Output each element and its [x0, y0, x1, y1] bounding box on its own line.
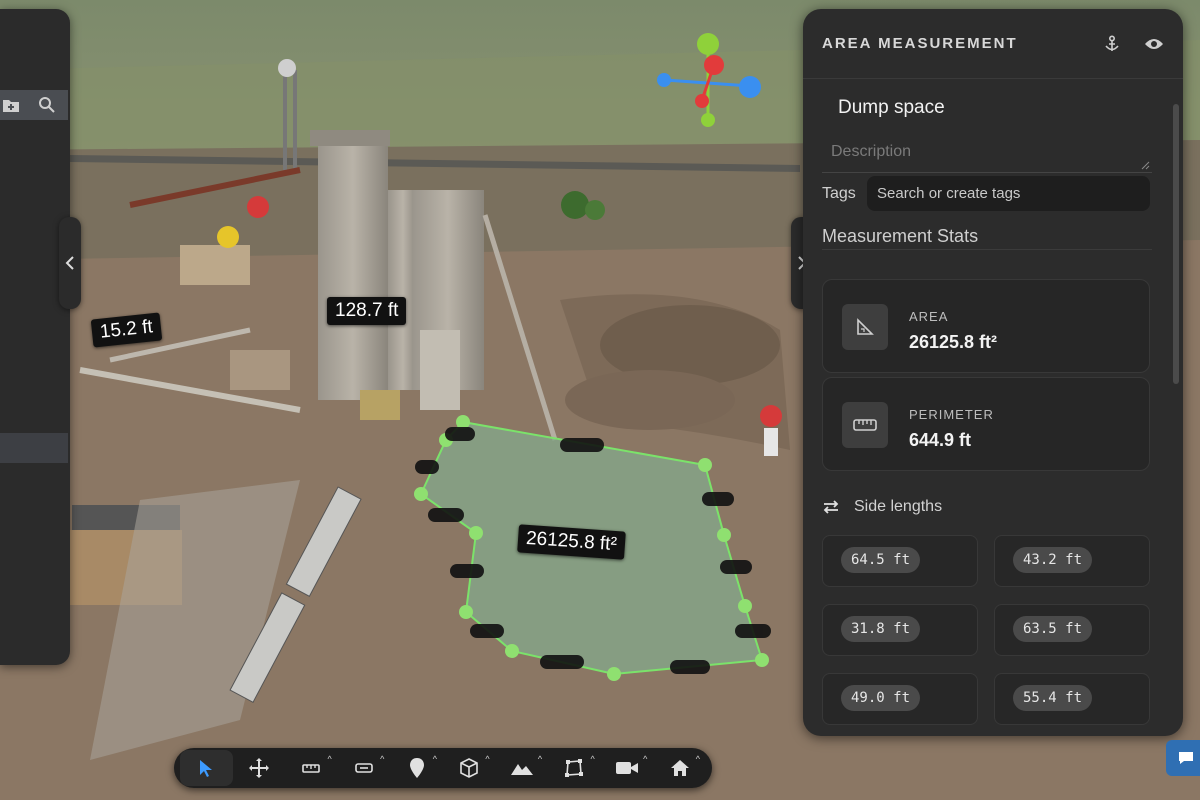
chat-button[interactable] — [1166, 740, 1200, 776]
section-divider — [822, 249, 1152, 250]
height-label-b[interactable]: 128.7 ft — [327, 297, 407, 325]
side-length-card: 49.0 ft — [822, 673, 978, 725]
selected-list-row[interactable] — [0, 433, 68, 463]
side-length-card: 31.8 ft — [822, 604, 978, 656]
home-icon — [670, 760, 689, 776]
perimeter-stat-card: PERIMETER 644.9 ft — [822, 377, 1150, 471]
area-stat-card: AREA 26125.8 ft² — [822, 279, 1150, 373]
bottom-toolbar: ^ ^ ^ ^ ^ ^ ^ ^ — [174, 748, 712, 788]
side-length-card: 63.5 ft — [994, 604, 1150, 656]
cube-icon — [460, 758, 479, 778]
terrain-tool-button[interactable]: ^ — [496, 750, 549, 786]
left-collapse-button[interactable] — [59, 217, 81, 309]
side-length-value: 49.0 ft — [841, 685, 921, 711]
rectangle-icon — [355, 763, 373, 773]
add-folder-icon[interactable] — [2, 97, 20, 113]
tags-search-input[interactable]: Search or create tags — [867, 176, 1150, 211]
left-toolbar — [0, 90, 68, 120]
measurement-name-field[interactable]: Dump space — [838, 97, 945, 119]
panel-header: AREA MEASUREMENT — [803, 9, 1183, 79]
caret-up-icon: ^ — [432, 754, 437, 764]
side-length-value: 63.5 ft — [1013, 616, 1093, 642]
resize-handle-icon[interactable] — [1141, 161, 1150, 170]
ruler-icon — [302, 764, 321, 773]
side-length-card: 55.4 ft — [994, 673, 1150, 725]
move-icon — [248, 758, 269, 778]
chevron-left-icon — [65, 256, 74, 270]
side-length-value: 31.8 ft — [841, 616, 921, 642]
measure-tool-button[interactable]: ^ — [285, 750, 338, 786]
select-icon — [200, 760, 213, 777]
panel-title: AREA MEASUREMENT — [822, 35, 1018, 52]
side-length-card: 43.2 ft — [994, 535, 1150, 587]
home-tool-button[interactable]: ^ — [653, 750, 706, 786]
caret-up-icon: ^ — [643, 754, 648, 764]
swap-arrows-icon — [823, 500, 839, 514]
caret-up-icon: ^ — [537, 754, 543, 764]
perimeter-stat-value: 644.9 ft — [909, 430, 972, 450]
terrain-icon — [510, 764, 533, 775]
side-lengths-title: Side lengths — [854, 498, 943, 515]
move-tool-button[interactable] — [233, 750, 286, 786]
select-tool-button[interactable] — [180, 750, 233, 786]
caret-up-icon: ^ — [695, 754, 700, 764]
measurement-stats-title: Measurement Stats — [822, 226, 979, 246]
left-sidebar — [0, 9, 70, 665]
chat-icon — [1179, 752, 1193, 764]
cube-tool-button[interactable]: ^ — [443, 750, 496, 786]
caret-up-icon: ^ — [380, 754, 385, 764]
tags-label: Tags — [822, 185, 856, 202]
pin-tool-button[interactable]: ^ — [390, 750, 443, 786]
panel-scrollbar[interactable] — [1173, 104, 1179, 384]
area-stat-label: AREA — [909, 309, 949, 324]
area-measurement-panel: AREA MEASUREMENT Dump space Description … — [803, 9, 1183, 736]
search-icon[interactable] — [38, 96, 56, 114]
description-field[interactable]: Description — [822, 137, 1152, 173]
ruler-icon — [842, 402, 888, 448]
caret-up-icon: ^ — [590, 754, 595, 764]
caret-up-icon: ^ — [485, 754, 490, 764]
perimeter-stat-label: PERIMETER — [909, 407, 994, 422]
camera-icon — [616, 762, 639, 774]
polygon-tool-button[interactable]: ^ — [548, 750, 601, 786]
side-lengths-header[interactable]: Side lengths — [822, 498, 942, 516]
rectangle-tool-button[interactable]: ^ — [338, 750, 391, 786]
anchor-icon[interactable] — [1101, 33, 1123, 55]
side-length-card: 64.5 ft — [822, 535, 978, 587]
side-length-value: 55.4 ft — [1013, 685, 1093, 711]
caret-up-icon: ^ — [327, 754, 332, 764]
side-length-value: 43.2 ft — [1013, 547, 1093, 573]
pin-icon — [409, 758, 424, 778]
camera-tool-button[interactable]: ^ — [601, 750, 654, 786]
side-length-value: 64.5 ft — [841, 547, 921, 573]
description-placeholder: Description — [831, 143, 912, 160]
area-stat-value: 26125.8 ft² — [909, 332, 998, 352]
area-icon — [842, 304, 888, 350]
polygon-icon — [565, 759, 584, 777]
eye-icon[interactable] — [1143, 33, 1165, 55]
